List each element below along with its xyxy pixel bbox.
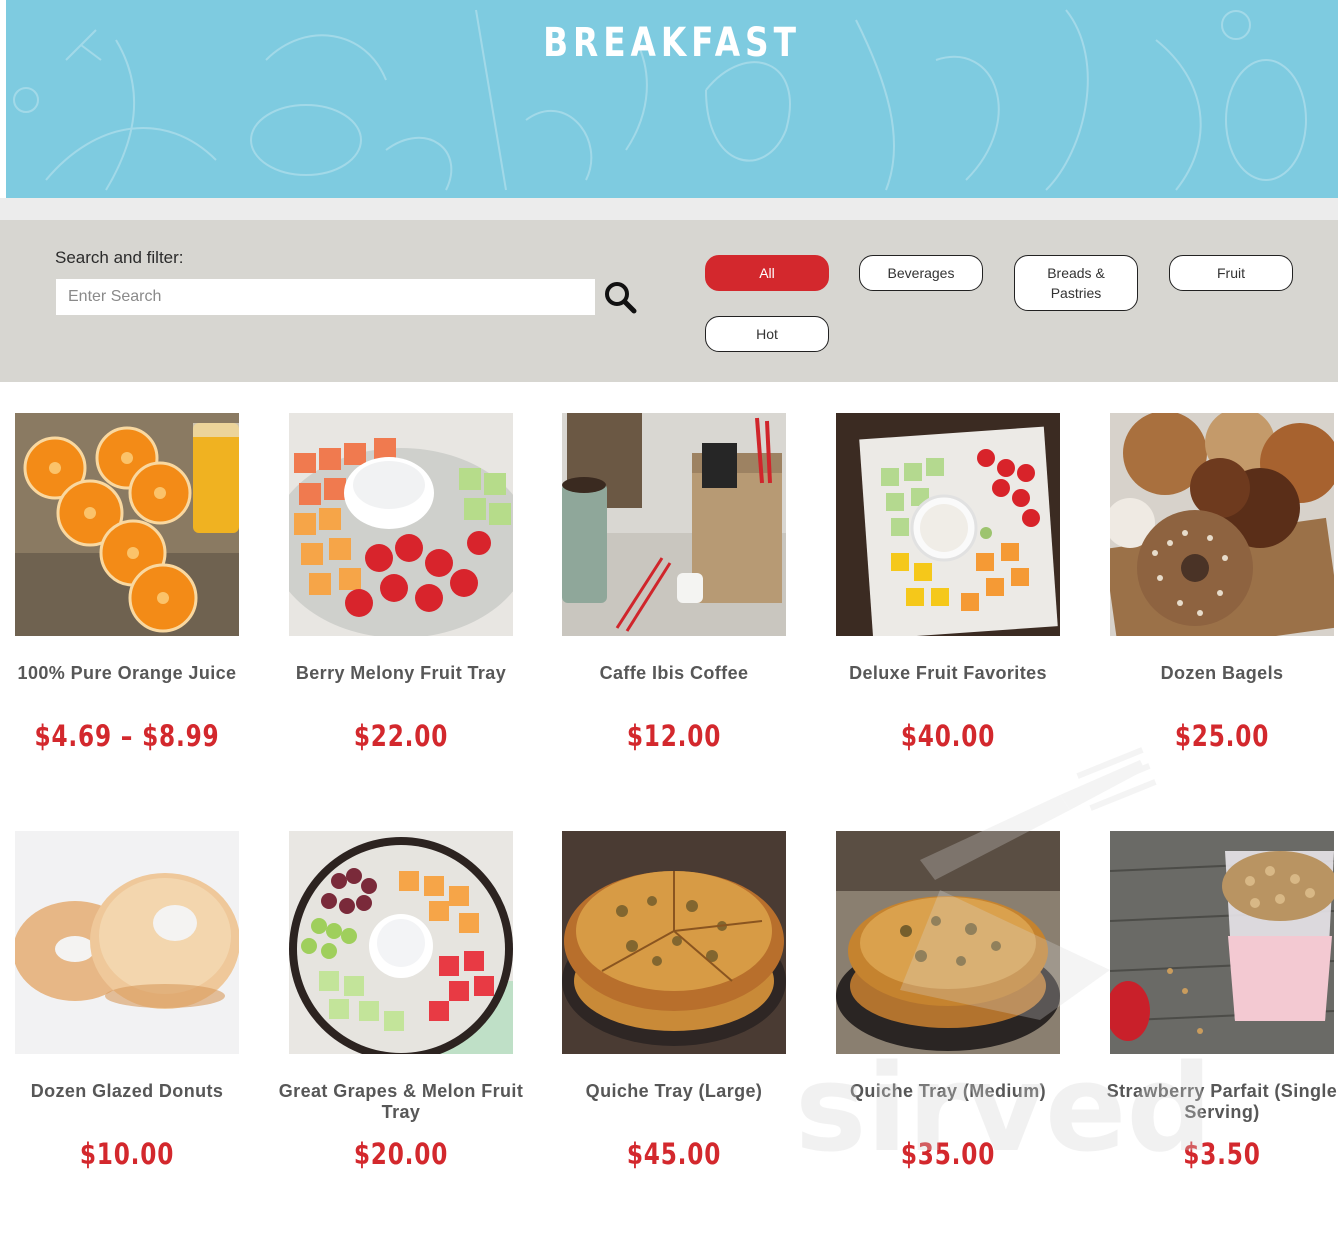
search-button[interactable]	[601, 278, 639, 316]
product-name[interactable]: Caffe Ibis Coffee	[542, 663, 806, 684]
filter-pill-all[interactable]: All	[705, 255, 829, 291]
product-price: $20.00	[353, 1137, 449, 1171]
product-price: $35.00	[900, 1137, 996, 1171]
product-price: $22.00	[353, 719, 449, 753]
filter-pill-label: Fruit	[1217, 265, 1245, 281]
quiche-large-photo[interactable]	[562, 831, 786, 1054]
product-name[interactable]: 100% Pure Orange Juice	[0, 663, 259, 684]
fruit-tray-photo[interactable]	[289, 413, 513, 636]
product-price: $3.50	[1183, 1137, 1261, 1171]
product-name[interactable]: Deluxe Fruit Favorites	[816, 663, 1080, 684]
filter-pill-beverages[interactable]: Beverages	[859, 255, 983, 291]
bagels-photo[interactable]	[1110, 413, 1334, 636]
filter-pill-fruit[interactable]: Fruit	[1169, 255, 1293, 291]
product-name[interactable]: Strawberry Parfait (Single Serving)	[1090, 1081, 1338, 1123]
product-price: $45.00	[626, 1137, 722, 1171]
fruit-platter-photo[interactable]	[836, 413, 1060, 636]
filter-pill-label: Beverages	[887, 265, 955, 281]
coffee-carafe-photo[interactable]	[562, 413, 786, 636]
orange-juice-photo[interactable]	[15, 413, 239, 636]
parfait-photo[interactable]	[1110, 831, 1334, 1054]
product-price: $10.00	[79, 1137, 175, 1171]
filter-pill-label: Breads & Pastries	[1047, 265, 1105, 301]
product-name[interactable]: Dozen Bagels	[1090, 663, 1338, 684]
filter-pill-label: Hot	[756, 326, 778, 342]
filter-pill-hot[interactable]: Hot	[705, 316, 829, 352]
product-name[interactable]: Quiche Tray (Large)	[542, 1081, 806, 1102]
filter-pill-breads-pastries[interactable]: Breads & Pastries	[1014, 255, 1138, 311]
product-name[interactable]: Great Grapes & Melon Fruit Tray	[269, 1081, 533, 1123]
filter-label: Search and filter:	[55, 248, 184, 267]
donuts-photo[interactable]	[15, 831, 239, 1054]
search-input[interactable]	[56, 279, 595, 315]
product-price: $4.69 – $8.99	[34, 719, 220, 753]
page-title: BREAKFAST	[543, 20, 801, 66]
product-price: $40.00	[900, 719, 996, 753]
product-name[interactable]: Quiche Tray (Medium)	[816, 1081, 1080, 1102]
product-price: $25.00	[1174, 719, 1270, 753]
product-price: $12.00	[626, 719, 722, 753]
hero-banner: BREAKFAST	[6, 0, 1338, 198]
filter-panel: Search and filter: All Beverages Breads …	[0, 220, 1338, 382]
divider	[0, 198, 1338, 220]
filter-pill-label: All	[759, 265, 775, 281]
quiche-medium-photo[interactable]	[836, 831, 1060, 1054]
search-icon	[605, 282, 637, 314]
product-name[interactable]: Dozen Glazed Donuts	[0, 1081, 259, 1102]
grape-melon-tray-photo[interactable]	[289, 831, 513, 1054]
product-name[interactable]: Berry Melony Fruit Tray	[269, 663, 533, 684]
